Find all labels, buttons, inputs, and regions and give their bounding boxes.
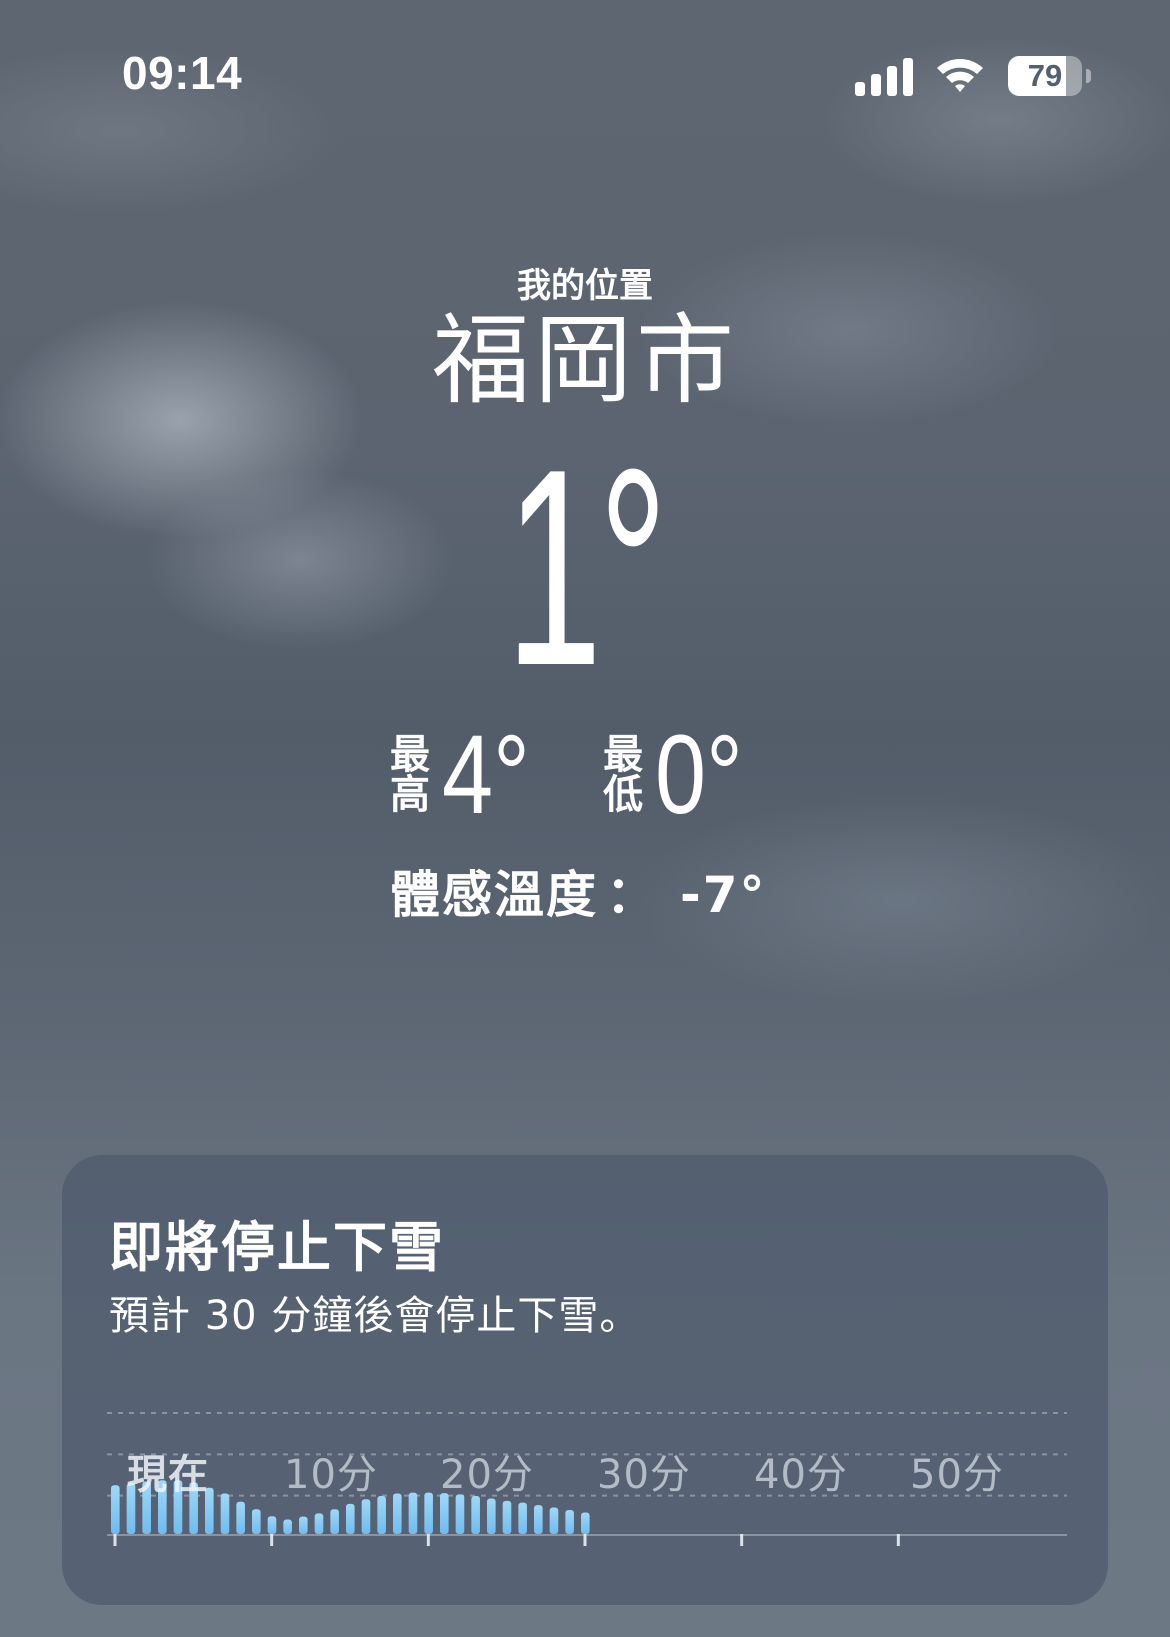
precipitation-bar — [361, 1499, 371, 1534]
precipitation-bar — [565, 1510, 574, 1534]
precipitation-bar — [487, 1498, 496, 1534]
precipitation-bar — [424, 1492, 433, 1534]
precipitation-bar — [393, 1493, 402, 1534]
precipitation-bar — [314, 1513, 324, 1534]
tick-label-50: 50分 — [910, 1452, 1004, 1498]
low-label: 最低 — [603, 732, 644, 818]
tick-label-10: 10分 — [284, 1452, 378, 1498]
tick-label-30: 30分 — [597, 1452, 691, 1498]
feels-like-label: 體感溫度 — [390, 866, 598, 924]
tick-label-now: 現在 — [127, 1452, 209, 1498]
precipitation-bar — [236, 1501, 245, 1534]
precipitation-card[interactable]: 即將停止下雪 預計 30 分鐘後會停止下雪。 現在 10分 20分 30分 40… — [62, 1155, 1108, 1605]
precipitation-subtitle: 預計 30 分鐘後會停止下雪。 — [109, 1293, 641, 1339]
wifi-icon — [937, 59, 983, 92]
precipitation-bar — [283, 1519, 292, 1534]
precipitation-bar — [111, 1485, 120, 1534]
precipitation-bar — [471, 1495, 480, 1534]
precipitation-bar — [455, 1494, 465, 1534]
precipitation-bar — [534, 1505, 543, 1534]
precipitation-bar — [549, 1507, 559, 1534]
precipitation-bar — [502, 1500, 512, 1534]
precipitation-bar — [330, 1509, 339, 1534]
high-low-row: 最高 4° 最低 0° — [388, 712, 814, 837]
feels-like-colon: ： — [606, 866, 658, 924]
city-name: 福岡市 — [431, 304, 738, 418]
precipitation-bar — [220, 1493, 230, 1534]
precipitation-title: 即將停止下雪 — [109, 1216, 445, 1279]
precipitation-bar — [346, 1503, 355, 1534]
location-label: 我的位置 — [517, 266, 653, 306]
precipitation-bar — [377, 1495, 386, 1534]
precipitation-bar — [299, 1516, 308, 1534]
precipitation-bar — [267, 1516, 277, 1534]
feels-like: 體感溫度： -7° — [390, 855, 767, 927]
tick-label-20: 20分 — [440, 1452, 534, 1498]
precipitation-bar — [518, 1502, 527, 1534]
high-label: 最高 — [390, 732, 430, 818]
tick-label-40: 40分 — [754, 1452, 848, 1498]
precipitation-bar — [408, 1492, 418, 1534]
low-temperature: 0° — [655, 712, 743, 837]
current-temperature: 1° — [505, 412, 668, 724]
precipitation-bar — [252, 1509, 261, 1534]
precipitation-bar — [581, 1512, 590, 1534]
battery-icon: 79 — [1008, 56, 1091, 98]
feels-like-value: -7° — [680, 866, 767, 924]
status-time: 09:14 — [122, 47, 243, 99]
high-temperature: 4° — [442, 712, 530, 837]
battery-level: 79 — [1027, 58, 1063, 93]
signal-icon — [855, 58, 913, 96]
